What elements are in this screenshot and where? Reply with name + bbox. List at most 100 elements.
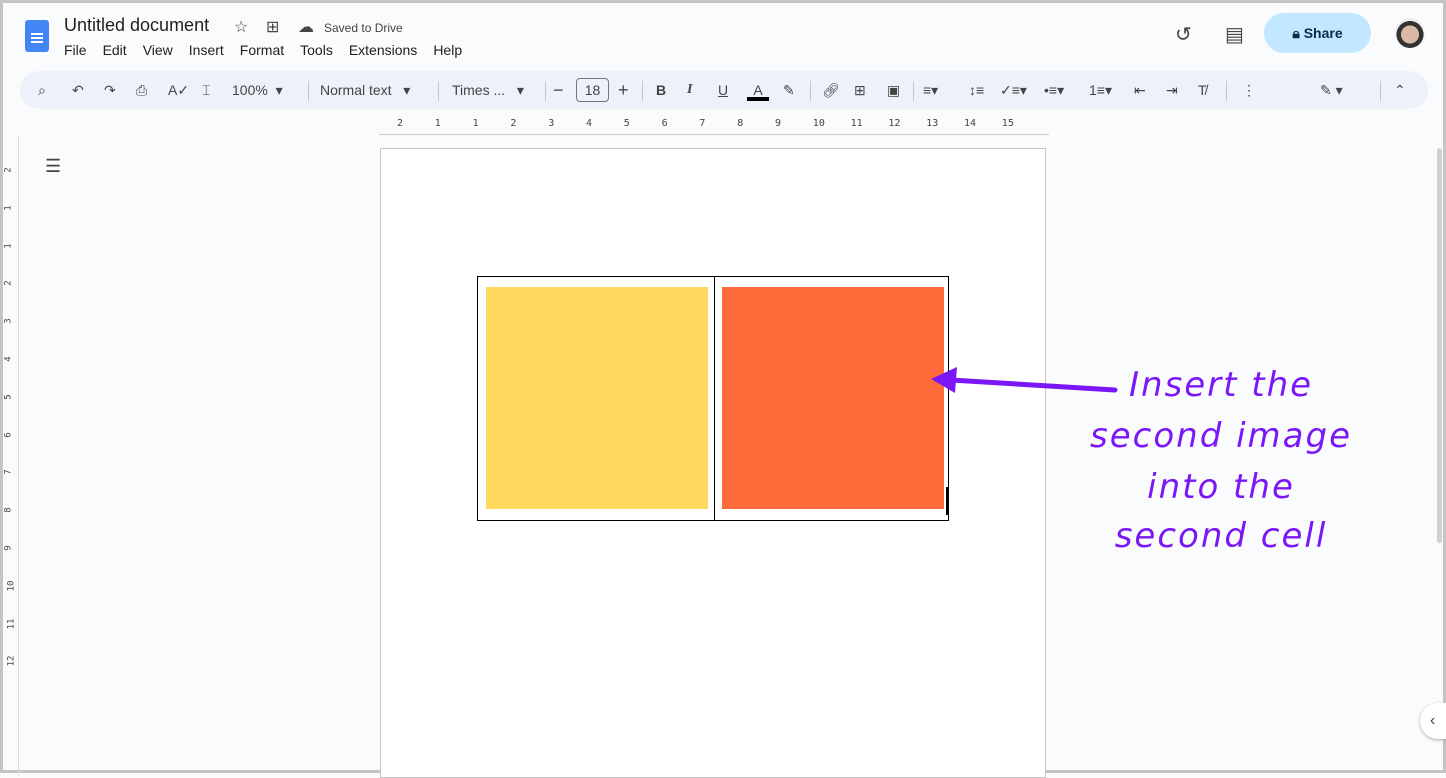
annotation-line: Insert the [1128, 365, 1314, 405]
table[interactable] [477, 276, 949, 521]
ruler-label: 15 [1001, 118, 1014, 129]
ruler-label: 3 [3, 318, 14, 324]
line-spacing-icon[interactable]: ↕≡ [969, 79, 984, 101]
numbered-list-icon[interactable]: 1≡▾ [1089, 79, 1112, 101]
menu-bar: File Edit View Insert Format Tools Exten… [64, 42, 478, 58]
bold-icon[interactable]: B [656, 79, 666, 101]
ruler-label: 11 [850, 118, 863, 129]
text-cursor [946, 487, 948, 515]
ruler-label: 4 [586, 118, 593, 129]
ruler-label: 10 [812, 118, 825, 129]
menu-insert[interactable]: Insert [189, 42, 224, 58]
menu-edit[interactable]: Edit [103, 42, 127, 58]
ruler-label: 12 [888, 118, 901, 129]
save-status: Saved to Drive [324, 21, 403, 35]
redo-icon[interactable]: ↷ [104, 79, 116, 101]
ruler-label: 12 [6, 655, 17, 667]
ruler-label: 8 [3, 507, 14, 513]
undo-icon[interactable]: ↶ [72, 79, 84, 101]
outline-icon[interactable]: ☰ [45, 156, 61, 177]
clear-formatting-icon[interactable]: T̸ [1198, 79, 1207, 101]
ruler-label: 7 [699, 118, 706, 129]
avatar[interactable] [1395, 18, 1425, 48]
increase-font-button[interactable]: + [618, 79, 629, 101]
ruler-label: 6 [661, 118, 668, 129]
more-icon[interactable]: ⋮ [1242, 79, 1256, 101]
version-history-icon[interactable]: ↺ [1175, 22, 1192, 47]
ruler-label: 5 [3, 394, 14, 400]
ruler-label: 13 [926, 118, 939, 129]
zoom-select[interactable]: 100% ▾ [232, 79, 283, 101]
horizontal-ruler[interactable]: 2 1 1 2 3 4 5 6 7 8 9 10 11 12 13 14 15 [379, 115, 1049, 135]
font-size-input[interactable]: 18 [576, 78, 609, 102]
text-color-icon[interactable]: A [747, 79, 769, 101]
ruler-label: 2 [397, 118, 404, 129]
spellcheck-icon[interactable]: A✓ [168, 79, 189, 101]
ruler-label: 8 [737, 118, 744, 129]
menu-view[interactable]: View [143, 42, 173, 58]
menu-format[interactable]: Format [240, 42, 284, 58]
menu-extensions[interactable]: Extensions [349, 42, 417, 58]
ruler-label: 3 [548, 118, 555, 129]
image-icon[interactable]: ▣ [887, 79, 900, 101]
italic-icon[interactable]: I [687, 79, 692, 101]
ruler-label: 11 [6, 618, 17, 630]
side-panel-toggle[interactable]: ‹ [1420, 703, 1446, 739]
yellow-image[interactable] [486, 287, 708, 509]
menu-file[interactable]: File [64, 42, 87, 58]
share-label: Share [1303, 25, 1343, 41]
document-title[interactable]: Untitled document [64, 15, 209, 36]
cell-divider [714, 277, 715, 520]
annotation-line: into the [1147, 467, 1295, 507]
ruler-label: 10 [6, 580, 17, 592]
docs-logo[interactable] [25, 20, 49, 52]
checklist-icon[interactable]: ✓≡▾ [1000, 79, 1027, 101]
ruler-label: 9 [3, 545, 14, 551]
scrollbar[interactable] [1437, 148, 1442, 543]
orange-image[interactable] [722, 287, 944, 509]
annotation-line: second cell [1114, 516, 1328, 556]
ruler-label: 14 [964, 118, 977, 129]
ruler-label: 9 [775, 118, 782, 129]
align-icon[interactable]: ≡▾ [923, 79, 938, 101]
zoom-value: 100% [232, 82, 268, 98]
lock-icon: 🔒︎ [1292, 25, 1304, 41]
link-icon[interactable]: 🔗︎ [822, 79, 840, 101]
comments-icon[interactable]: ▤ [1225, 22, 1244, 47]
ruler-label: 2 [3, 280, 14, 287]
increase-indent-icon[interactable]: ⇥ [1166, 79, 1178, 101]
cloud-icon: ☁ [298, 19, 314, 36]
style-select[interactable]: Normal text ▾ [320, 79, 410, 101]
ruler-label: 2 [510, 118, 517, 129]
vertical-ruler[interactable]: 2 1 1 2 3 4 5 6 7 8 9 10 11 12 [3, 135, 19, 776]
ruler-label: 1 [3, 205, 14, 211]
style-value: Normal text [320, 82, 392, 98]
collapse-icon[interactable]: ⌃ [1394, 79, 1406, 101]
font-select[interactable]: Times ... ▾ [452, 79, 524, 101]
ruler-label: 5 [623, 118, 630, 129]
menu-help[interactable]: Help [433, 42, 462, 58]
decrease-font-button[interactable]: − [553, 79, 564, 101]
ruler-label: 1 [434, 118, 441, 129]
decrease-indent-icon[interactable]: ⇤ [1134, 79, 1146, 101]
search-icon[interactable]: ⌕ [38, 79, 46, 101]
ruler-label: 6 [3, 431, 14, 438]
star-icon[interactable]: ☆ [234, 17, 248, 37]
ruler-label: 1 [3, 242, 14, 249]
move-folder-icon[interactable]: ⊞ [266, 17, 279, 37]
highlight-icon[interactable]: ✎ [783, 79, 795, 101]
add-comment-icon[interactable]: ⊞ [854, 79, 866, 101]
underline-icon[interactable]: U [718, 79, 728, 101]
font-value: Times ... [452, 82, 506, 98]
menu-tools[interactable]: Tools [300, 42, 333, 58]
ruler-label: 1 [472, 118, 479, 129]
ruler-label: 4 [3, 356, 14, 362]
print-icon[interactable]: ⎙ [136, 79, 147, 101]
paint-format-icon[interactable]: ⌶ [202, 79, 210, 101]
toolbar: ⌕ ↶ ↷ ⎙ A✓ ⌶ 100% ▾ Normal text ▾ Times … [20, 71, 1428, 109]
ruler-label: 2 [3, 167, 14, 173]
bulleted-list-icon[interactable]: •≡▾ [1044, 79, 1064, 101]
editing-mode-icon[interactable]: ✎ ▾ [1320, 79, 1343, 101]
share-button[interactable]: 🔒︎ Share [1264, 13, 1371, 53]
ruler-label: 7 [3, 469, 14, 476]
